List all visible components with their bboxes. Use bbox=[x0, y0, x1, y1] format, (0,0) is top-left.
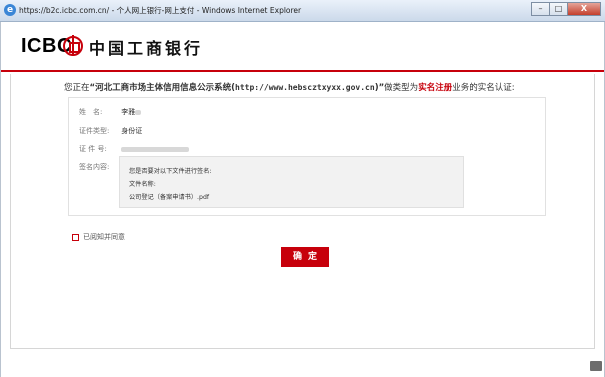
notice-prefix: 您正在 bbox=[64, 83, 90, 93]
internet-explorer-icon: e bbox=[4, 4, 16, 16]
sign-line-prompt: 您是否要对以下文件进行签名: bbox=[129, 168, 212, 175]
agree-checkbox[interactable] bbox=[72, 233, 79, 241]
page-scroll-handle[interactable] bbox=[590, 361, 602, 371]
icbc-logo-icon bbox=[63, 35, 83, 56]
name-row: 姓 名: 李雅 bbox=[79, 107, 142, 117]
auth-notice: 您正在“河北工商市场主体信用信息公示系统(http://www.hebscztx… bbox=[64, 81, 515, 93]
minimize-button[interactable]: – bbox=[531, 2, 549, 16]
maximize-button[interactable]: □ bbox=[549, 2, 567, 16]
redacted-mark bbox=[135, 109, 142, 115]
id-number-redacted bbox=[121, 146, 190, 152]
notice-middle: 做类型为 bbox=[384, 83, 419, 93]
notice-end: 业务的实名认证: bbox=[452, 83, 515, 93]
page-body: ICBC 中国工商银行 您正在“河北工商市场主体信用信息公示系统(http://… bbox=[0, 22, 605, 377]
id-type-row: 证件类型: 身份证 bbox=[79, 126, 142, 136]
id-number-row: 证 件 号: bbox=[79, 144, 190, 154]
sign-line-filename: 公司登记（备案申请书）.pdf bbox=[129, 194, 210, 201]
id-type-value: 身份证 bbox=[121, 127, 143, 135]
name-label: 姓 名: bbox=[79, 108, 103, 116]
main-content: 您正在“河北工商市场主体信用信息公示系统(http://www.hebscztx… bbox=[10, 74, 595, 349]
notice-quote-end: )” bbox=[374, 83, 385, 93]
bank-name: 中国工商银行 bbox=[89, 39, 204, 58]
id-number-label: 证 件 号: bbox=[79, 145, 107, 153]
header-divider bbox=[1, 70, 604, 72]
info-panel: 姓 名: 李雅 证件类型: 身份证 证 件 号: 签名内容: 您是否要对以下文件… bbox=[68, 97, 546, 216]
agree-label[interactable]: 已阅知并同意 bbox=[83, 233, 125, 241]
sign-line-filename-label: 文件名称: bbox=[129, 181, 156, 188]
sign-content-box: 您是否要对以下文件进行签名: 文件名称: 公司登记（备案申请书）.pdf bbox=[119, 156, 464, 208]
confirm-button[interactable]: 确定 bbox=[281, 247, 329, 267]
page-header: ICBC 中国工商银行 bbox=[1, 22, 604, 72]
sign-content-label: 签名内容: bbox=[79, 163, 110, 171]
window-title: https://b2c.icbc.com.cn/ - 个人网上银行-网上支付 -… bbox=[19, 6, 302, 15]
notice-system-name: “河北工商市场主体信用信息公示系统( bbox=[89, 83, 235, 93]
agree-row: 已阅知并同意 bbox=[72, 232, 125, 242]
window-controls: – □ X bbox=[531, 2, 601, 16]
name-value: 李雅 bbox=[121, 108, 136, 116]
id-type-label: 证件类型: bbox=[79, 127, 110, 135]
window-titlebar: e https://b2c.icbc.com.cn/ - 个人网上银行-网上支付… bbox=[0, 0, 605, 22]
notice-url: http://www.hebscztxyxx.gov.cn bbox=[235, 83, 375, 92]
sign-content-row: 签名内容: bbox=[79, 162, 119, 172]
close-button[interactable]: X bbox=[567, 2, 601, 16]
notice-type: 实名注册 bbox=[418, 83, 453, 93]
